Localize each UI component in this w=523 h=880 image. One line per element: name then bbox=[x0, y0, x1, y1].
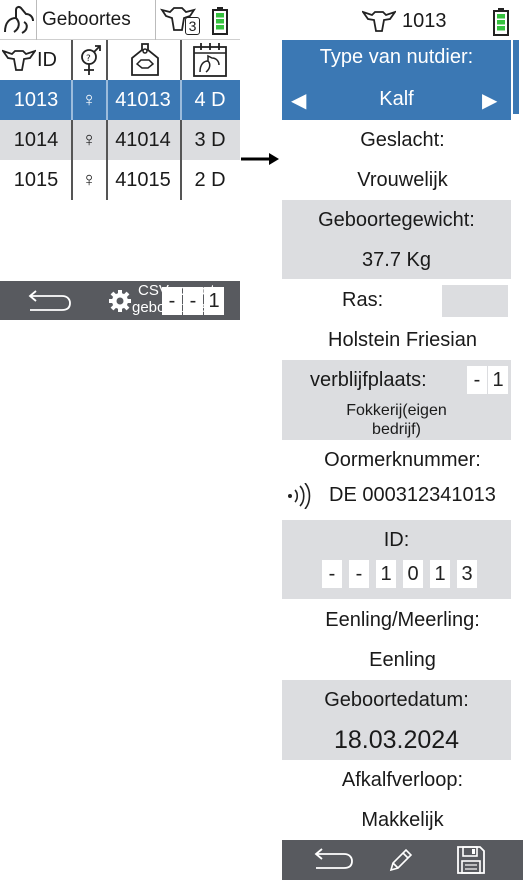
gender-icon[interactable]: ? bbox=[78, 44, 102, 78]
svg-text:?: ? bbox=[86, 54, 91, 64]
column-divider bbox=[180, 80, 182, 120]
eartag-icon[interactable] bbox=[128, 42, 162, 78]
breed-field[interactable]: Ras: - - 1 bbox=[162, 280, 523, 320]
column-divider bbox=[106, 80, 108, 120]
column-divider bbox=[106, 120, 108, 200]
page-title: Geboortes bbox=[42, 9, 131, 30]
calf-count: 3 bbox=[185, 17, 200, 35]
row-id: 1015 bbox=[13, 169, 59, 191]
rfid-icon bbox=[286, 483, 312, 509]
row-tag: 41014 bbox=[115, 129, 171, 151]
birth-icon bbox=[2, 4, 36, 36]
slaughtered-value[interactable]: Vrouwelijk bbox=[282, 169, 523, 192]
column-divider bbox=[71, 120, 73, 200]
cow-head-icon bbox=[362, 10, 396, 32]
calving-value[interactable]: Makkelijk bbox=[282, 809, 523, 832]
gear-icon[interactable] bbox=[108, 289, 132, 313]
id-column-header[interactable]: ID bbox=[37, 40, 57, 80]
animal-id: 1013 bbox=[402, 10, 447, 32]
id-digit: 1 bbox=[430, 560, 450, 588]
birthdate-value: 18.03.2024 bbox=[333, 726, 460, 754]
eartag-label: Oormerknummer: bbox=[324, 449, 481, 471]
id-digit: 1 bbox=[376, 560, 396, 588]
row-age: 4 D bbox=[194, 89, 226, 111]
cow-head-icon bbox=[2, 49, 36, 71]
table-row[interactable]: 1013 ♀ 41013 4 D bbox=[0, 80, 240, 120]
row-age: 3 D bbox=[194, 129, 226, 151]
type-value: Kalf bbox=[379, 88, 414, 110]
slaughtered-label: Geslacht: bbox=[360, 129, 445, 151]
breed-code-box bbox=[442, 285, 508, 317]
scrollbar[interactable] bbox=[513, 40, 519, 114]
breed-digit: - bbox=[183, 287, 203, 315]
location-label: verblijfplaats: bbox=[310, 369, 427, 391]
pencil-icon[interactable] bbox=[388, 847, 414, 873]
breed-value: Holstein Friesian bbox=[328, 329, 477, 351]
calendar-icon[interactable] bbox=[192, 42, 228, 78]
table-row[interactable]: 1015 ♀ 41015 2 D bbox=[0, 160, 240, 200]
calving-label: Afkalfverloop: bbox=[341, 769, 464, 791]
row-sex: ♀ bbox=[81, 169, 97, 191]
id-digit: 0 bbox=[403, 560, 423, 588]
location-value-line1: Fokkerij(eigen bbox=[346, 402, 447, 419]
table-row[interactable]: 1014 ♀ 41014 3 D bbox=[0, 120, 240, 160]
row-id: 1013 bbox=[13, 89, 59, 111]
column-divider bbox=[180, 120, 182, 200]
column-divider bbox=[71, 80, 73, 120]
next-type-button[interactable]: ▶ bbox=[482, 88, 497, 113]
right-footer bbox=[282, 840, 523, 880]
breed-label: Ras: bbox=[342, 289, 384, 311]
multiple-birth-label: Eenling/Meerling: bbox=[325, 609, 480, 631]
back-icon[interactable] bbox=[26, 290, 74, 314]
breed-digit: - bbox=[162, 287, 182, 315]
row-age: 2 D bbox=[194, 169, 226, 191]
location-digit: - bbox=[467, 366, 487, 394]
arrow-right-icon bbox=[241, 152, 279, 166]
id-digit: - bbox=[322, 560, 342, 588]
location-digit: 1 bbox=[488, 366, 508, 394]
battery-icon bbox=[212, 7, 228, 35]
birthdate-label: Geboortedatum: bbox=[324, 689, 469, 711]
multiple-birth-value[interactable]: Eenling bbox=[282, 649, 523, 672]
previous-type-button[interactable]: ◀ bbox=[291, 88, 306, 113]
eartag-value: DE 000312341013 bbox=[329, 484, 496, 506]
right-header: 1013 bbox=[282, 0, 523, 40]
type-label: Type van nutdier: bbox=[319, 46, 474, 68]
row-sex: ♀ bbox=[81, 129, 97, 151]
back-icon[interactable] bbox=[312, 848, 356, 872]
table-header: ID ? bbox=[0, 40, 240, 80]
id-digit: 3 bbox=[457, 560, 477, 588]
id-label: ID: bbox=[383, 529, 410, 551]
row-tag: 41015 bbox=[115, 169, 171, 191]
battery-icon bbox=[493, 8, 509, 36]
breed-digit: 1 bbox=[204, 287, 224, 315]
location-value-line2: bedrijf) bbox=[372, 421, 421, 438]
row-sex: ♀ bbox=[81, 89, 97, 111]
save-icon[interactable] bbox=[456, 845, 486, 875]
row-tag: 41013 bbox=[115, 89, 171, 111]
row-id: 1014 bbox=[13, 129, 59, 151]
birth-weight-label: Geboortegewicht: bbox=[318, 209, 475, 231]
birth-weight-value: 37.7 Kg bbox=[362, 249, 431, 271]
animal-type-selector[interactable]: Type van nutdier: Kalf ◀ ▶ bbox=[282, 40, 511, 120]
left-header: Geboortes 3 bbox=[0, 0, 240, 40]
id-digit: - bbox=[349, 560, 369, 588]
